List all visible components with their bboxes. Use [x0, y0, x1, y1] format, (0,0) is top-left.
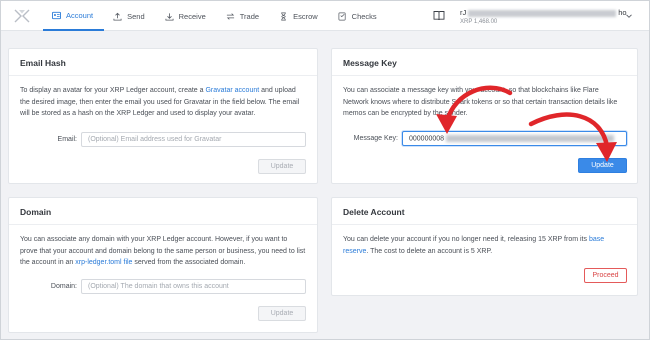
- description-text: served from the associated domain.: [132, 259, 246, 266]
- exchange-icon: [226, 12, 234, 20]
- email-label: Email:: [57, 136, 77, 143]
- nav-tab-checks[interactable]: Checks: [329, 1, 388, 31]
- domain-field[interactable]: (Optional) The domain that owns this acc…: [81, 279, 306, 294]
- message-key-label: Message Key:: [353, 135, 398, 142]
- nav-tab-label: Send: [127, 11, 145, 21]
- app-logo-icon[interactable]: [13, 7, 31, 25]
- description-text: To display an avatar for your XRP Ledger…: [20, 87, 206, 94]
- card-description: To display an avatar for your XRP Ledger…: [9, 76, 317, 120]
- card-title: Domain: [9, 198, 317, 225]
- message-key-input[interactable]: 000000008: [402, 131, 627, 146]
- chevron-down-icon[interactable]: [625, 12, 633, 20]
- message-key-card: Message Key You can associate a message …: [331, 48, 638, 184]
- id-card-icon: [52, 11, 61, 19]
- nav-tab-label: Account: [66, 10, 94, 20]
- card-description: You can delete your account if you no lo…: [332, 225, 637, 257]
- description-text: You can delete your account if you no lo…: [343, 236, 589, 243]
- top-navigation-bar: Account Send Receive Trade Escrow Checks…: [1, 1, 649, 31]
- email-hash-card: Email Hash To display an avatar for your…: [8, 48, 318, 184]
- domain-update-button[interactable]: Update: [258, 306, 306, 321]
- address-book-icon[interactable]: [433, 10, 445, 21]
- xrp-ledger-toml-link[interactable]: xrp-ledger.toml file: [75, 259, 132, 266]
- message-key-update-button[interactable]: Update: [578, 158, 627, 173]
- upload-icon: [113, 12, 122, 21]
- email-field[interactable]: (Optional) Email address used for Gravat…: [81, 132, 306, 147]
- nav-tab-label: Trade: [239, 11, 260, 21]
- redacted-key: [446, 135, 615, 142]
- download-icon: [165, 12, 174, 21]
- description-text: . The cost to delete an account is 5 XRP…: [366, 247, 493, 255]
- delete-account-proceed-button[interactable]: Proceed: [584, 268, 627, 283]
- nav-tab-trade[interactable]: Trade: [217, 1, 270, 31]
- domain-field-row: Domain: (Optional) The domain that owns …: [9, 279, 306, 294]
- card-title: Message Key: [332, 49, 637, 76]
- domain-label: Domain:: [50, 283, 77, 290]
- card-title: Delete Account: [332, 198, 637, 225]
- gravatar-link[interactable]: Gravatar account: [205, 87, 259, 94]
- card-title: Email Hash: [9, 49, 317, 76]
- nav-tab-account[interactable]: Account: [43, 1, 105, 31]
- nav-tab-receive[interactable]: Receive: [156, 1, 217, 31]
- nav-tab-label: Receive: [178, 11, 206, 21]
- nav-tab-label: Escrow: [293, 11, 318, 21]
- nav-tab-label: Checks: [351, 11, 377, 21]
- card-description: You can associate a message key with you…: [343, 87, 618, 117]
- email-field-row: Email: (Optional) Email address used for…: [9, 132, 306, 147]
- account-address[interactable]: rJ ho: [460, 8, 627, 17]
- account-address-prefix: rJ: [460, 8, 467, 17]
- nav-tab-send[interactable]: Send: [104, 1, 156, 31]
- delete-account-card: Delete Account You can delete your accou…: [331, 197, 638, 296]
- email-update-button[interactable]: Update: [258, 159, 306, 174]
- card-description: You can associate any domain with your X…: [9, 225, 317, 269]
- account-balance: XRP 1,468.00: [460, 19, 498, 25]
- checkbook-icon: [338, 12, 346, 20]
- nav-tab-escrow[interactable]: Escrow: [270, 1, 329, 31]
- redacted-address: [468, 9, 617, 17]
- message-key-field-row: Message Key: 000000008: [332, 131, 627, 146]
- hourglass-icon: [281, 12, 286, 20]
- main-nav: Account Send Receive Trade Escrow Checks: [43, 1, 388, 31]
- domain-card: Domain You can associate any domain with…: [8, 197, 318, 333]
- message-key-value: 000000008: [409, 135, 445, 143]
